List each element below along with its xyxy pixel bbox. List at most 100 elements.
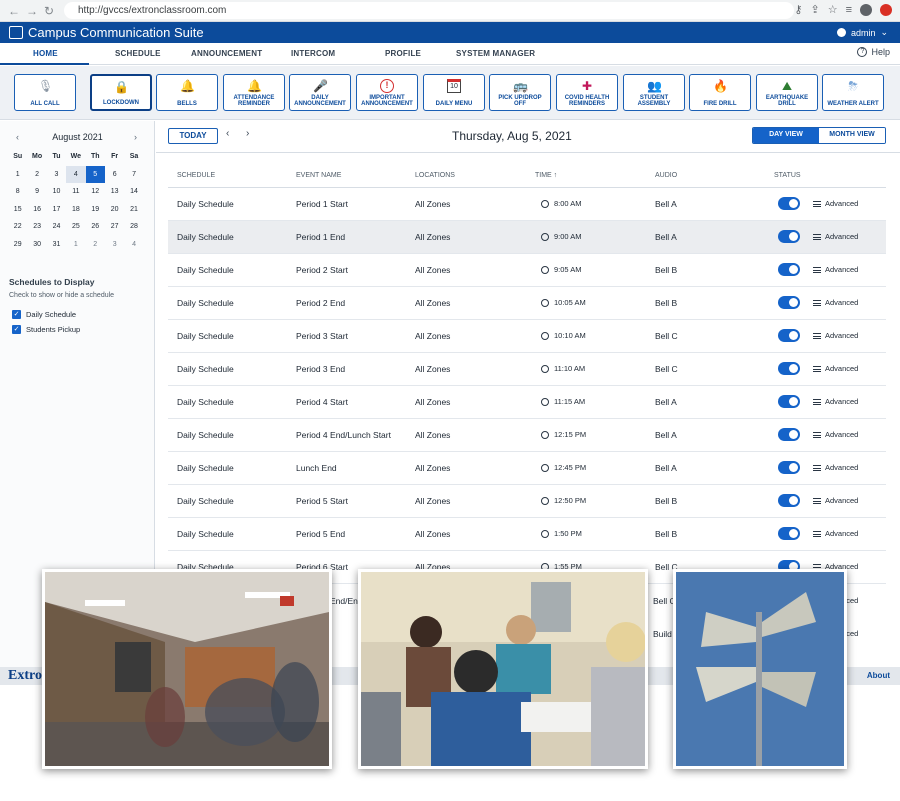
calendar-day[interactable]: 17	[47, 201, 66, 219]
advanced-link[interactable]: Advanced	[825, 331, 858, 340]
tab-announcement[interactable]: ANNOUNCEMENT	[191, 49, 262, 58]
status-toggle[interactable]	[778, 197, 800, 210]
earthquake-drill-button[interactable]: ⛰ EARTHQUAKE DRILL	[756, 74, 818, 111]
checkbox-checked-icon[interactable]: ✓	[12, 310, 21, 319]
help-link[interactable]: ? Help	[857, 47, 890, 57]
calendar-day[interactable]: 19	[86, 201, 105, 219]
calendar-day[interactable]: 27	[105, 218, 124, 236]
checkbox-checked-icon[interactable]: ✓	[12, 325, 21, 334]
calendar-day[interactable]: 5	[85, 165, 105, 183]
fire-drill-button[interactable]: 🔥 FIRE DRILL	[689, 74, 751, 111]
status-toggle[interactable]	[778, 527, 800, 540]
status-toggle[interactable]	[778, 395, 800, 408]
column-header-time[interactable]: TIME ↑	[535, 172, 557, 179]
calendar-day[interactable]: 2	[86, 236, 105, 254]
sliders-icon[interactable]	[813, 498, 821, 504]
reload-icon[interactable]: ↻	[44, 4, 54, 18]
calendar-day[interactable]: 20	[105, 201, 124, 219]
calendar-day[interactable]: 4	[124, 236, 143, 254]
key-icon[interactable]: ⚷	[794, 3, 802, 16]
column-header-audio[interactable]: AUDIO	[655, 172, 677, 179]
status-toggle[interactable]	[778, 461, 800, 474]
star-icon[interactable]: ☆	[828, 3, 838, 16]
column-header-schedule[interactable]: SCHEDULE	[177, 172, 215, 179]
advanced-link[interactable]: Advanced	[825, 232, 858, 241]
calendar-day[interactable]: 28	[124, 218, 143, 236]
sliders-icon[interactable]	[813, 300, 821, 306]
back-arrow-icon[interactable]: ←	[8, 4, 20, 18]
tab-system-manager[interactable]: SYSTEM MANAGER	[456, 49, 535, 58]
calendar-day[interactable]: 4	[66, 165, 86, 183]
student-assembly-button[interactable]: 👥 STUDENT ASSEMBLY	[623, 74, 685, 111]
table-row[interactable]: Daily Schedule Period 2 End All Zones 10:05…	[168, 287, 886, 320]
extension-icon[interactable]	[880, 3, 892, 16]
status-toggle[interactable]	[778, 428, 800, 441]
calendar-day[interactable]: 23	[27, 218, 46, 236]
calendar-day[interactable]: 13	[105, 183, 124, 201]
weather-alert-button[interactable]: ⛈ WEATHER ALERT	[822, 74, 884, 111]
sliders-icon[interactable]	[813, 333, 821, 339]
day-view-button[interactable]: DAY VIEW	[753, 128, 819, 143]
forward-arrow-icon[interactable]: →	[26, 4, 38, 18]
calendar-day[interactable]: 3	[105, 236, 124, 254]
about-link[interactable]: About	[867, 671, 890, 680]
calendar-day[interactable]: 22	[8, 218, 27, 236]
bells-button[interactable]: 🔔 BELLS	[156, 74, 218, 111]
calendar-day[interactable]: 9	[27, 183, 46, 201]
calendar-day[interactable]: 21	[124, 201, 143, 219]
calendar-day[interactable]: 15	[8, 201, 27, 219]
sliders-icon[interactable]	[813, 234, 821, 240]
status-toggle[interactable]	[778, 263, 800, 276]
calendar-day[interactable]: 18	[66, 201, 85, 219]
advanced-link[interactable]: Advanced	[825, 463, 858, 472]
calendar-day[interactable]: 7	[124, 166, 143, 184]
covid-health-reminders-button[interactable]: ✚ COVID HEALTH REMINDERS	[556, 74, 618, 111]
user-menu[interactable]: admin ⌄	[836, 27, 888, 38]
advanced-link[interactable]: Advanced	[825, 496, 858, 505]
reading-list-icon[interactable]: ≡	[846, 4, 852, 16]
tab-schedule[interactable]: SCHEDULE	[115, 49, 161, 58]
table-row[interactable]: Daily Schedule Period 1 Start All Zones 8:0…	[168, 188, 886, 221]
advanced-link[interactable]: Advanced	[825, 430, 858, 439]
advanced-link[interactable]: Advanced	[825, 364, 858, 373]
previous-day-button[interactable]: ‹	[226, 128, 229, 139]
table-row[interactable]: Daily Schedule Period 4 Start All Zones 11:…	[168, 386, 886, 419]
status-toggle[interactable]	[778, 494, 800, 507]
schedule-checkbox-daily[interactable]: ✓ Daily Schedule	[12, 310, 76, 319]
calendar-day[interactable]: 3	[47, 166, 66, 184]
calendar-day[interactable]: 16	[27, 201, 46, 219]
calendar-day[interactable]: 31	[47, 236, 66, 254]
status-toggle[interactable]	[778, 230, 800, 243]
today-button[interactable]: TODAY	[168, 128, 218, 144]
address-bar[interactable]: http://gvccs/extronclassroom.com	[64, 2, 794, 19]
table-row[interactable]: Daily Schedule Lunch End All Zones 12:45 PM…	[168, 452, 886, 485]
table-row[interactable]: Daily Schedule Period 4 End/Lunch Start Al…	[168, 419, 886, 452]
calendar-day[interactable]: 6	[105, 166, 124, 184]
calendar-day[interactable]: 11	[66, 183, 85, 201]
table-row[interactable]: Daily Schedule Period 2 Start All Zones 9:0…	[168, 254, 886, 287]
daily-menu-button[interactable]: 10 DAILY MENU	[423, 74, 485, 111]
sliders-icon[interactable]	[813, 201, 821, 207]
calendar-day[interactable]: 1	[66, 236, 85, 254]
share-icon[interactable]: ⇪	[810, 3, 819, 16]
calendar-day[interactable]: 2	[27, 166, 46, 184]
table-row[interactable]: Daily Schedule Period 1 End All Zones 9:00 …	[168, 221, 886, 254]
calendar-day[interactable]: 1	[8, 166, 27, 184]
status-toggle[interactable]	[778, 329, 800, 342]
all-call-button[interactable]: 🎙 ALL CALL	[14, 74, 76, 111]
column-header-locations[interactable]: LOCATIONS	[415, 172, 455, 179]
next-day-button[interactable]: ›	[246, 128, 249, 139]
table-row[interactable]: Daily Schedule Period 3 End All Zones 11:10…	[168, 353, 886, 386]
pick-up-drop-off-button[interactable]: 🚌 PICK UP/DROP OFF	[489, 74, 551, 111]
table-row[interactable]: Daily Schedule Period 5 Start All Zones 12:…	[168, 485, 886, 518]
tab-profile[interactable]: PROFILE	[385, 49, 421, 58]
status-toggle[interactable]	[778, 362, 800, 375]
tab-home[interactable]: HOME	[33, 49, 58, 58]
sliders-icon[interactable]	[813, 465, 821, 471]
sliders-icon[interactable]	[813, 399, 821, 405]
column-header-event-name[interactable]: EVENT NAME	[296, 172, 341, 179]
calendar-day[interactable]: 14	[124, 183, 143, 201]
sliders-icon[interactable]	[813, 267, 821, 273]
status-toggle[interactable]	[778, 296, 800, 309]
attendance-reminder-button[interactable]: 🔔 ATTENDANCE REMINDER	[223, 74, 285, 111]
